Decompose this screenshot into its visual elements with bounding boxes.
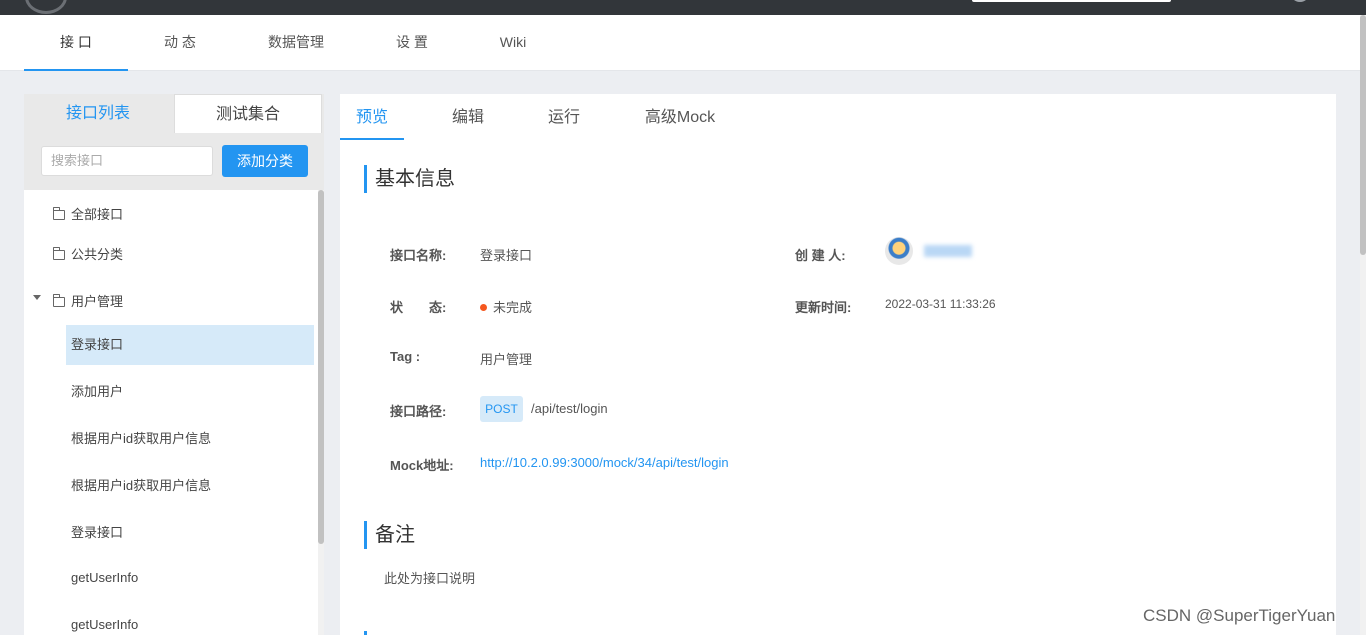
tree-item-getuserinfo-2[interactable]: getUserInfo [71,617,138,632]
tab-data-management[interactable]: 数据管理 [260,15,332,71]
user-avatar[interactable] [1290,0,1310,2]
add-category-button[interactable]: 添加分类 [222,145,308,177]
field-label-mock: Mock地址: [390,458,454,473]
mock-url-link[interactable]: http://10.2.0.99:3000/mock/34/api/test/l… [480,455,729,470]
field-label-path: 接口路径: [390,404,447,419]
status-text: 未完成 [493,300,533,315]
tree-item-getuserinfo[interactable]: getUserInfo [71,570,138,585]
tab-activity[interactable]: 动 态 [148,15,212,71]
tab-advanced-mock[interactable]: 高级Mock [630,94,730,140]
tree-item-user-management[interactable]: 用户管理 [53,291,123,310]
field-label-status: 状 态: [390,300,447,315]
page-scrollbar-track[interactable] [1360,15,1366,635]
watermark: CSDN @SuperTigerYuan [1143,606,1336,625]
tree-item-login-2[interactable]: 登录接口 [71,522,123,541]
tab-edit[interactable]: 编辑 [440,94,496,140]
folder-icon [53,247,65,260]
tab-run[interactable]: 运行 [536,94,592,140]
field-label-updated: 更新时间: [795,300,852,315]
section-title-basic-info: 基本信息 [364,165,455,193]
search-interface-input[interactable]: 搜索接口 [41,146,213,176]
method-badge: POST [480,396,523,422]
field-value-path: /api/test/login [531,401,608,416]
page-scrollbar-thumb[interactable] [1360,15,1366,255]
field-label-tag: Tag : [390,349,421,364]
top-header [0,0,1366,15]
logo-icon[interactable] [25,0,67,14]
next-section-marker [364,631,367,635]
status-dot-icon [480,304,487,311]
tab-interface-list[interactable]: 接口列表 [24,94,172,133]
caret-down-icon[interactable] [33,295,41,300]
section-title-remark: 备注 [364,521,415,549]
creator-name-blurred [924,245,972,257]
tree-item-login[interactable]: 登录接口 [71,334,123,353]
field-label-name: 接口名称: [390,248,447,263]
tree-item-label: 用户管理 [71,294,124,309]
tree-item-add-user[interactable]: 添加用户 [71,381,123,400]
field-value-tag: 用户管理 [480,352,533,367]
interface-sidebar: 接口列表 测试集合 搜索接口 添加分类 全部接口 公共分类 用户管理 登录接口 … [24,94,324,635]
folder-icon [53,207,65,220]
tab-interface[interactable]: 接 口 [24,15,128,71]
tree-item-public[interactable]: 公共分类 [53,244,123,263]
project-nav: 接 口 动 态 数据管理 设 置 Wiki [0,15,1360,71]
tree-item-get-user-by-id-2[interactable]: 根据用户id获取用户信息 [71,475,211,494]
tab-settings[interactable]: 设 置 [382,15,442,71]
sidebar-scrollbar-thumb[interactable] [318,190,324,544]
tab-preview[interactable]: 预览 [340,94,404,140]
interface-detail-panel: 预览 编辑 运行 高级Mock 基本信息 接口名称: 登录接口 创 建 人: 状… [340,94,1336,635]
field-value-updated: 2022-03-31 11:33:26 [885,297,996,311]
field-value-name: 登录接口 [480,248,533,263]
field-label-creator: 创 建 人: [795,248,846,263]
tree-item-label: 全部接口 [71,207,124,222]
tree-item-label: 公共分类 [71,247,124,262]
field-value-status: 未完成 [480,297,532,316]
tab-wiki[interactable]: Wiki [488,15,538,71]
global-search-input[interactable] [972,0,1171,2]
creator-avatar[interactable] [885,237,913,265]
tab-test-collection[interactable]: 测试集合 [174,94,322,133]
tree-item-get-user-by-id[interactable]: 根据用户id获取用户信息 [71,428,211,447]
remark-text: 此处为接口说明 [384,571,476,586]
tree-item-all[interactable]: 全部接口 [53,204,123,223]
folder-icon [53,294,65,307]
